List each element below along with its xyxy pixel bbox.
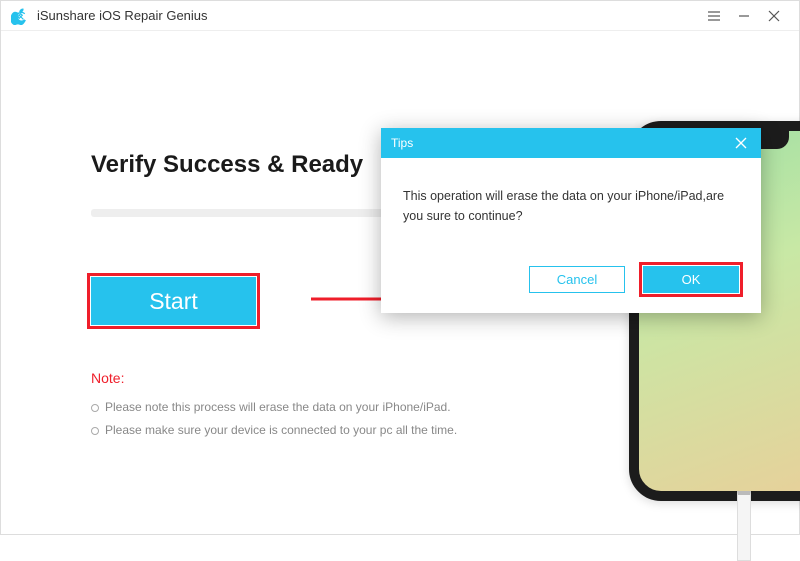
minimize-icon[interactable]	[729, 1, 759, 31]
cancel-button[interactable]: Cancel	[529, 266, 625, 293]
title-bar: iSunshare iOS Repair Genius	[1, 1, 799, 31]
app-logo-icon	[11, 7, 29, 25]
menu-icon[interactable]	[699, 1, 729, 31]
bullet-icon	[91, 427, 99, 435]
dialog-close-icon[interactable]	[731, 133, 751, 153]
dialog-title: Tips	[391, 136, 413, 150]
note-line: Please note this process will erase the …	[91, 396, 709, 419]
start-button[interactable]: Start	[91, 277, 256, 325]
ok-button[interactable]: OK	[643, 266, 739, 293]
note-line: Please make sure your device is connecte…	[91, 419, 709, 442]
tips-dialog: Tips This operation will erase the data …	[381, 128, 761, 313]
dialog-header: Tips	[381, 128, 761, 158]
window-title: iSunshare iOS Repair Genius	[37, 8, 208, 23]
dialog-message: This operation will erase the data on yo…	[403, 186, 739, 226]
bullet-icon	[91, 404, 99, 412]
note-text: Please make sure your device is connecte…	[105, 423, 457, 437]
close-icon[interactable]	[759, 1, 789, 31]
note-heading: Note:	[91, 370, 709, 386]
note-text: Please note this process will erase the …	[105, 400, 451, 414]
